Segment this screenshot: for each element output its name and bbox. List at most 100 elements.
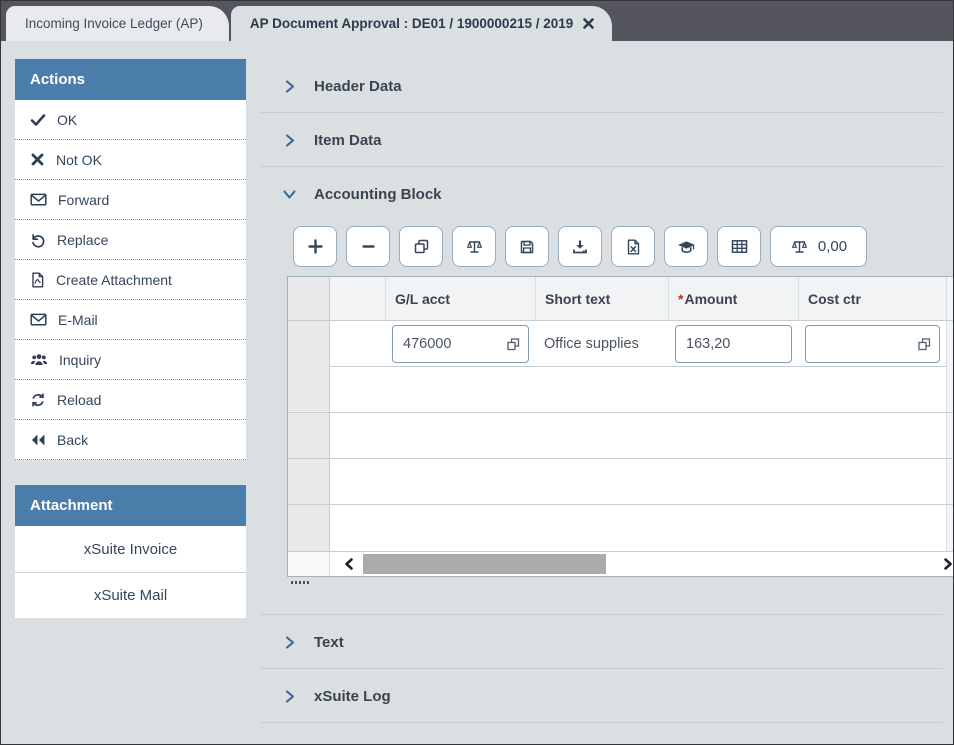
- tab-label: Incoming Invoice Ledger (AP): [25, 16, 203, 31]
- amount-input[interactable]: 163,20: [675, 325, 792, 363]
- section-text: Text: [261, 615, 943, 669]
- action-ok[interactable]: OK: [15, 100, 246, 140]
- column-header-gl-acct[interactable]: G/L acct: [385, 277, 535, 320]
- horizontal-scrollbar: [288, 551, 954, 576]
- chevron-right-icon: [282, 79, 297, 94]
- balance-total-value: 0,00: [818, 238, 847, 255]
- short-text-cell: Office supplies: [535, 321, 668, 367]
- attachment-panel: Attachment xSuite Invoice xSuite Mail: [15, 485, 246, 618]
- value-help-icon[interactable]: [918, 338, 931, 351]
- cost-ctr-input[interactable]: [805, 325, 940, 363]
- cost-ctr-cell: [798, 321, 946, 367]
- balance-check-button[interactable]: [452, 226, 496, 267]
- vertical-scroll-track[interactable]: [946, 321, 954, 367]
- tab-ap-document-approval[interactable]: AP Document Approval : DE01 / 1900000215…: [231, 6, 612, 41]
- section-header-data: Header Data: [261, 59, 943, 113]
- scroll-left-icon[interactable]: [344, 558, 354, 570]
- attachment-xsuite-mail[interactable]: xSuite Mail: [15, 572, 246, 618]
- copy-row-button[interactable]: [399, 226, 443, 267]
- section-item-data-toggle[interactable]: Item Data: [282, 130, 943, 150]
- table-header-row: G/L acct Short text *Amount Cost ctr: [288, 277, 954, 321]
- chevron-right-icon: [282, 689, 297, 704]
- action-label: E-Mail: [58, 312, 98, 328]
- tab-incoming-invoice-ledger[interactable]: Incoming Invoice Ledger (AP): [6, 6, 229, 41]
- save-button[interactable]: [505, 226, 549, 267]
- scrollbar-stub: [288, 552, 330, 576]
- row-selector-cell[interactable]: [288, 459, 330, 504]
- row-selector-cell[interactable]: [288, 505, 330, 551]
- scrollbar-track[interactable]: [330, 552, 954, 576]
- blank-cell: [330, 321, 385, 367]
- column-header-short-text[interactable]: Short text: [535, 277, 668, 320]
- section-title: Item Data: [314, 132, 382, 149]
- section-xsuite-log: xSuite Log: [261, 669, 943, 723]
- check-icon: [30, 112, 46, 128]
- section-text-toggle[interactable]: Text: [282, 632, 943, 652]
- action-label: Reload: [57, 392, 101, 408]
- vertical-scroll-track[interactable]: [946, 505, 954, 551]
- action-replace[interactable]: Replace: [15, 220, 246, 260]
- action-email[interactable]: E-Mail: [15, 300, 246, 340]
- action-back[interactable]: Back: [15, 420, 246, 460]
- add-row-button[interactable]: [293, 226, 337, 267]
- row-selector-header: [288, 277, 330, 320]
- action-label: Create Attachment: [56, 272, 172, 288]
- x-mark-icon: [30, 152, 45, 167]
- table-empty-row: [288, 505, 954, 551]
- section-xsuite-log-toggle[interactable]: xSuite Log: [282, 686, 943, 706]
- vertical-scroll-track[interactable]: [946, 367, 954, 412]
- section-title: Header Data: [314, 78, 402, 95]
- action-label: Forward: [58, 192, 109, 208]
- vertical-scroll-track-header: [946, 277, 954, 320]
- column-header-amount[interactable]: *Amount: [668, 277, 798, 320]
- grid-view-button[interactable]: [717, 226, 761, 267]
- scrollbar-thumb[interactable]: [363, 554, 606, 574]
- chevron-right-icon: [282, 635, 297, 650]
- gl-acct-input[interactable]: 476000: [392, 325, 529, 363]
- attachment-xsuite-invoice[interactable]: xSuite Invoice: [15, 526, 246, 572]
- education-button[interactable]: [664, 226, 708, 267]
- action-forward[interactable]: Forward: [15, 180, 246, 220]
- remove-row-button[interactable]: [346, 226, 390, 267]
- export-excel-button[interactable]: [611, 226, 655, 267]
- action-label: OK: [57, 112, 77, 128]
- undo-icon: [30, 232, 46, 248]
- scroll-right-icon[interactable]: [943, 558, 953, 570]
- vertical-scroll-track[interactable]: [946, 413, 954, 458]
- section-accounting-block: Accounting Block 0,00: [261, 167, 943, 615]
- section-accounting-block-toggle[interactable]: Accounting Block: [282, 184, 943, 204]
- balance-total-button[interactable]: 0,00: [770, 226, 867, 267]
- actions-panel: Actions OK Not OK Forward Replace: [15, 59, 246, 460]
- action-inquiry[interactable]: Inquiry: [15, 340, 246, 380]
- app-window: Incoming Invoice Ledger (AP) AP Document…: [0, 0, 954, 745]
- action-reload[interactable]: Reload: [15, 380, 246, 420]
- action-label: Replace: [57, 232, 108, 248]
- table-empty-row: [288, 459, 954, 505]
- vertical-scroll-track[interactable]: [946, 459, 954, 504]
- accounting-toolbar: 0,00: [293, 226, 943, 267]
- table-row: 476000 Office supplies 163,20: [288, 321, 954, 367]
- action-label: Back: [57, 432, 88, 448]
- table-empty-row: [288, 413, 954, 459]
- row-selector-cell[interactable]: [288, 321, 330, 367]
- close-tab-icon[interactable]: [583, 18, 594, 29]
- sidebar: Actions OK Not OK Forward Replace: [15, 59, 246, 745]
- action-not-ok[interactable]: Not OK: [15, 140, 246, 180]
- value-help-icon[interactable]: [507, 338, 520, 351]
- required-marker: *: [678, 291, 683, 307]
- row-selector-cell[interactable]: [288, 413, 330, 458]
- section-header-data-toggle[interactable]: Header Data: [282, 76, 943, 96]
- column-header-cost-ctr[interactable]: Cost ctr: [798, 277, 946, 320]
- section-title: Accounting Block: [314, 186, 442, 203]
- amount-value: 163,20: [686, 336, 730, 352]
- gl-acct-value: 476000: [403, 336, 451, 352]
- pdf-file-icon: [30, 272, 45, 288]
- row-selector-cell[interactable]: [288, 367, 330, 412]
- content-area: Actions OK Not OK Forward Replace: [1, 41, 953, 745]
- download-button[interactable]: [558, 226, 602, 267]
- chevron-right-icon: [282, 133, 297, 148]
- action-create-attachment[interactable]: Create Attachment: [15, 260, 246, 300]
- envelope-icon: [30, 312, 47, 327]
- attachment-panel-title: Attachment: [15, 485, 246, 526]
- users-icon: [30, 352, 48, 367]
